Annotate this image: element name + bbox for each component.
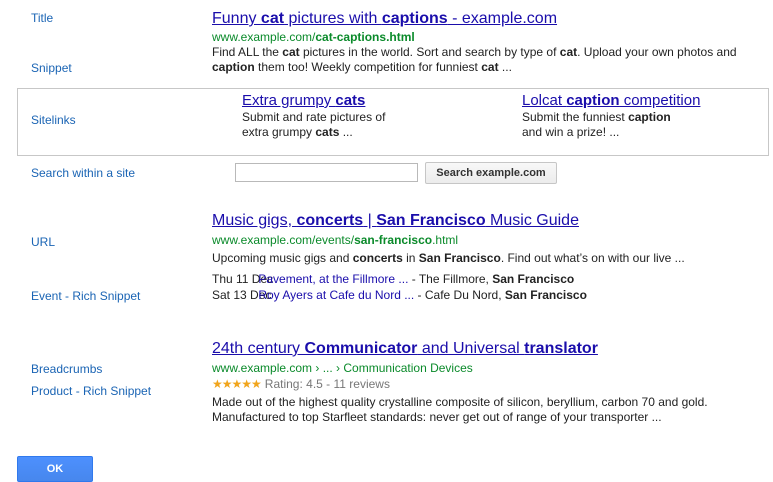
sitelink-1: Extra grumpy cats Submit and rate pictur… xyxy=(242,92,452,140)
breadcrumb-item[interactable]: Communication Devices xyxy=(343,361,472,375)
sitelinks-box: Extra grumpy cats Submit and rate pictur… xyxy=(17,88,769,156)
result-cat-captions: Funny cat pictures with captions - examp… xyxy=(212,9,768,75)
event-date: Thu 11 Dec xyxy=(212,272,274,286)
breadcrumb-separator: › xyxy=(312,361,323,375)
result-title-link[interactable]: Funny cat pictures with captions - examp… xyxy=(212,9,768,28)
star-rating-icon: ★★★★★ xyxy=(212,377,262,391)
result-title-link[interactable]: 24th century Communicator and Universal … xyxy=(212,339,768,358)
result-url: www.example.com/events/san-francisco.htm… xyxy=(212,233,459,247)
result-snippet: Upcoming music gigs and concerts in San … xyxy=(212,251,685,265)
result-communicator: 24th century Communicator and Universal … xyxy=(212,339,768,425)
ok-button[interactable]: OK xyxy=(17,456,93,482)
event-row: Sat 13 Dec Roy Ayers at Cafe du Nord ...… xyxy=(212,288,768,302)
sitelink-desc: Submit the funniest caption and win a pri… xyxy=(522,110,671,139)
sitelink-2: Lolcat caption competition Submit the fu… xyxy=(522,92,732,140)
result-snippet: Find ALL the cat pictures in the world. … xyxy=(212,45,737,74)
label-event: Event - Rich Snippet xyxy=(31,289,141,303)
event-city: San Francisco xyxy=(504,288,587,302)
event-date: Sat 13 Dec xyxy=(212,288,272,302)
label-breadcrumbs: Breadcrumbs xyxy=(31,362,103,376)
sitelink-title-link[interactable]: Lolcat caption competition xyxy=(522,92,732,110)
result-url: www.example.com/cat-captions.html xyxy=(212,30,415,44)
breadcrumb-item[interactable]: www.example.com xyxy=(212,361,312,375)
label-product: Product - Rich Snippet xyxy=(31,384,152,398)
search-site-button[interactable]: Search example.com xyxy=(425,162,557,184)
sitelink-desc: Submit and rate pictures of extra grumpy … xyxy=(242,110,386,139)
breadcrumb: www.example.com › ... › Communication De… xyxy=(212,361,768,376)
label-url: URL xyxy=(31,235,56,249)
breadcrumb-item[interactable]: ... xyxy=(323,361,333,375)
label-search-within: Search within a site xyxy=(31,166,136,180)
label-title: Title xyxy=(31,11,54,25)
event-city: San Francisco xyxy=(492,272,575,286)
event-row: Thu 11 Dec Pavement, at the Fillmore ...… xyxy=(212,272,768,286)
product-rating: ★★★★★ Rating: 4.5 - 11 reviews xyxy=(212,377,768,392)
rating-text: Rating: 4.5 - 11 reviews xyxy=(264,377,390,391)
breadcrumb-separator: › xyxy=(332,361,344,375)
event-venue: - Cafe Du Nord, xyxy=(414,288,505,302)
site-search-input[interactable] xyxy=(235,163,418,182)
event-link[interactable]: Roy Ayers at Cafe du Nord ... xyxy=(258,288,414,302)
label-snippet: Snippet xyxy=(31,61,72,75)
result-snippet: Made out of the highest quality crystall… xyxy=(212,395,708,424)
sitelink-title-link[interactable]: Extra grumpy cats xyxy=(242,92,452,110)
event-link[interactable]: Pavement, at the Fillmore ... xyxy=(258,272,408,286)
result-title-link[interactable]: Music gigs, concerts | San Francisco Mus… xyxy=(212,211,768,230)
event-venue: - The Fillmore, xyxy=(408,272,493,286)
event-list: Thu 11 Dec Pavement, at the Fillmore ...… xyxy=(212,272,768,302)
result-music-gigs: Music gigs, concerts | San Francisco Mus… xyxy=(212,211,768,302)
